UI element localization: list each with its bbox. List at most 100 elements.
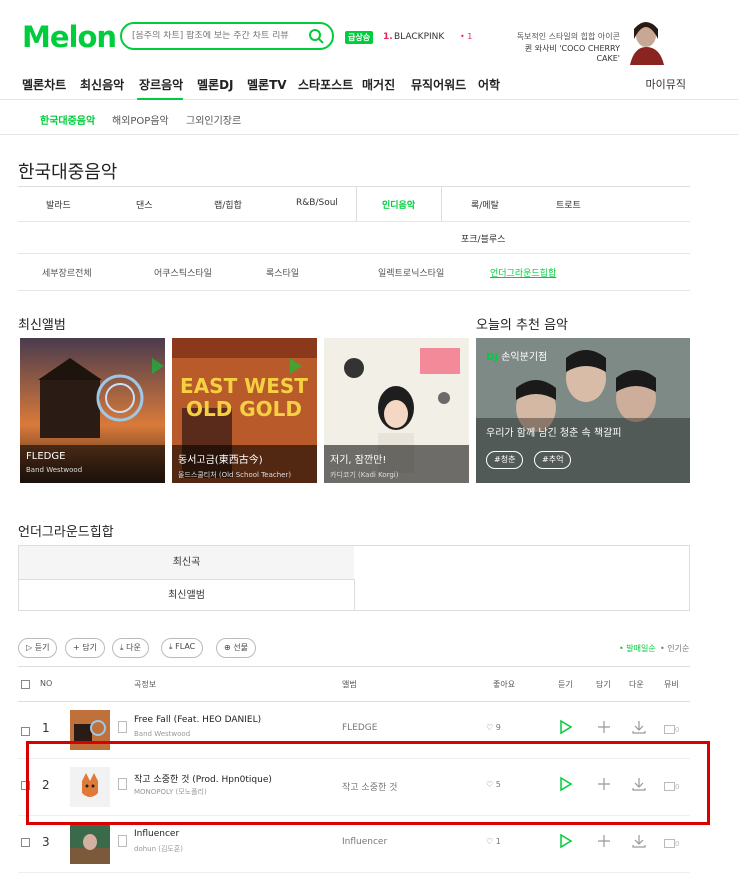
- genre-dance[interactable]: 댄스: [136, 198, 153, 211]
- genre-trot[interactable]: 트로트: [556, 198, 581, 211]
- song-thumbnail[interactable]: [70, 710, 110, 750]
- flac-button[interactable]: ⤓ FLAC: [161, 638, 204, 658]
- song-title[interactable]: Influencer: [134, 829, 179, 839]
- song-title[interactable]: 작고 소중한 것 (Prod. Hpn0tique): [134, 772, 272, 785]
- gift-button[interactable]: ⊕ 선물: [216, 638, 256, 658]
- song-info-icon[interactable]: [118, 778, 127, 790]
- subnav-korean-pop[interactable]: 한국대중음악: [40, 112, 95, 127]
- genre-divider: [18, 290, 690, 291]
- song-artist[interactable]: Band Westwood: [134, 730, 190, 738]
- nav-genre-music[interactable]: 장르음악: [139, 76, 183, 93]
- add-icon[interactable]: [597, 833, 611, 849]
- album-card[interactable]: 저기, 잠깐만! 카디코기 (Kadi Korgi): [324, 338, 469, 483]
- song-album[interactable]: 작고 소중한 것: [342, 780, 397, 793]
- search-input[interactable]: [132, 31, 304, 41]
- song-thumbnail[interactable]: [70, 767, 110, 807]
- ad-banner-line2[interactable]: 퀸 와사비 'COCO CHERRY CAKE': [500, 43, 620, 63]
- genre-ballad[interactable]: 발라드: [46, 198, 71, 211]
- plus-icon: +: [73, 643, 80, 652]
- recommend-description: 우리가 함께 남긴 청춘 속 책갈피: [486, 428, 622, 439]
- song-thumbnail[interactable]: [70, 824, 110, 864]
- listen-button[interactable]: ▷ 듣기: [18, 638, 58, 658]
- genre-rnb-soul[interactable]: R&B/Soul: [296, 198, 338, 208]
- nav-magazine[interactable]: 매거진: [362, 76, 395, 93]
- play-icon[interactable]: [559, 719, 573, 735]
- ad-banner-line1[interactable]: 독보적인 스타일의 힙합 아이콘: [500, 31, 620, 42]
- subgenre-rock-style[interactable]: 록스타일: [266, 266, 299, 279]
- song-artist[interactable]: dohun (김도훈): [134, 844, 183, 854]
- nav-active-indicator: [137, 98, 183, 100]
- table-row: 2 작고 소중한 것 (Prod. Hpn0tique) MONOPOLY (모…: [18, 759, 690, 816]
- genre-indie[interactable]: 인디음악: [382, 198, 415, 211]
- nav-music-awards[interactable]: 뮤직어워드: [411, 76, 466, 93]
- subgenre-electronic[interactable]: 일렉트로닉스타일: [378, 266, 444, 279]
- play-icon[interactable]: [559, 776, 573, 792]
- rising-artist-link[interactable]: BLACKPINK: [394, 32, 444, 42]
- mv-button[interactable]: 0: [664, 722, 679, 735]
- tab-latest-albums[interactable]: 최신앨범: [18, 579, 354, 611]
- song-album[interactable]: Influencer: [342, 837, 387, 847]
- nav-my-music[interactable]: 마이뮤직: [646, 76, 686, 92]
- dj-label: DJ: [486, 352, 499, 363]
- th-song: 곡정보: [134, 680, 157, 689]
- download-icon[interactable]: [631, 776, 647, 792]
- nav-language[interactable]: 어학: [478, 76, 500, 93]
- add-button[interactable]: + 담기: [65, 638, 105, 658]
- nav-melon-dj[interactable]: 멜론DJ: [197, 76, 234, 93]
- row-checkbox[interactable]: [21, 727, 30, 736]
- row-checkbox[interactable]: [21, 838, 30, 847]
- tag-youth[interactable]: #청춘: [486, 451, 524, 469]
- table-row: 1 Free Fall (Feat. HEO DANIEL) Band West…: [18, 702, 690, 759]
- add-icon[interactable]: [597, 719, 611, 735]
- mv-button[interactable]: 0: [664, 836, 679, 849]
- nav-melon-tv[interactable]: 멜론TV: [247, 76, 287, 93]
- genre-selector: 발라드 댄스 랩/힙합 R&B/Soul 인디음악 록/메탈 트로트 포크/블루…: [18, 186, 690, 291]
- album-card[interactable]: EAST WEST OLD GOLD 동서고금(東西古今) 올드스쿨티처 (Ol…: [172, 338, 317, 483]
- download-label: 다운: [126, 643, 141, 652]
- subgenre-acoustic[interactable]: 어쿠스틱스타일: [154, 266, 212, 279]
- download-button[interactable]: ⤓ 다운: [112, 638, 149, 658]
- play-icon[interactable]: [559, 833, 573, 849]
- search-bar[interactable]: [120, 22, 334, 50]
- mv-button[interactable]: 0: [664, 779, 679, 792]
- genre-rock-metal[interactable]: 록/메탈: [471, 198, 499, 211]
- like-button[interactable]: ♡ 5: [486, 780, 501, 789]
- ad-artist-image[interactable]: [622, 17, 672, 65]
- like-button[interactable]: ♡ 9: [486, 723, 501, 732]
- th-no: NO: [40, 679, 53, 688]
- song-title[interactable]: Free Fall (Feat. HEO DANIEL): [134, 715, 261, 725]
- subgenre-all[interactable]: 세부장르전체: [42, 266, 92, 279]
- genre-folk-blues[interactable]: 포크/블루스: [461, 232, 505, 245]
- nav-starpost[interactable]: 스타포스트: [298, 76, 353, 93]
- latest-albums-title: 최신앨범: [18, 318, 66, 333]
- tab-latest-songs[interactable]: 최신곡: [18, 546, 354, 579]
- subnav-other-genres[interactable]: 그외인기장르: [186, 112, 241, 127]
- song-info-icon[interactable]: [118, 721, 127, 733]
- select-all-checkbox[interactable]: [21, 680, 30, 689]
- album-card[interactable]: FLEDGE Band Westwood: [20, 338, 165, 483]
- recommend-dj: DJ 손익분기점: [486, 348, 547, 363]
- song-artist[interactable]: MONOPOLY (모노폴리): [134, 787, 207, 797]
- row-checkbox[interactable]: [21, 781, 30, 790]
- song-info-icon[interactable]: [118, 835, 127, 847]
- tag-memory[interactable]: #추억: [534, 451, 572, 469]
- download-icon[interactable]: [631, 833, 647, 849]
- row-rank: 2: [42, 778, 50, 792]
- search-icon[interactable]: [308, 28, 324, 44]
- add-icon[interactable]: [597, 776, 611, 792]
- subnav-foreign-pop[interactable]: 해외POP음악: [112, 112, 169, 127]
- song-album[interactable]: FLEDGE: [342, 723, 377, 733]
- sort-newest[interactable]: • 발매일순: [619, 643, 656, 654]
- melon-logo[interactable]: Melon: [22, 20, 117, 54]
- recommend-card[interactable]: DJ 손익분기점 우리가 함께 남긴 청춘 속 책갈피 #청춘 #추억: [476, 338, 690, 483]
- nav-latest-music[interactable]: 최신음악: [80, 76, 124, 93]
- mv-count: 0: [675, 726, 680, 734]
- listen-label: 듣기: [34, 643, 50, 652]
- like-button[interactable]: ♡ 1: [486, 837, 501, 846]
- svg-text:OLD GOLD: OLD GOLD: [186, 397, 302, 421]
- nav-melon-chart[interactable]: 멜론차트: [22, 76, 66, 93]
- sort-popular[interactable]: • 인기순: [660, 643, 689, 654]
- genre-rap-hiphop[interactable]: 랩/힙합: [214, 198, 242, 211]
- download-icon[interactable]: [631, 719, 647, 735]
- subgenre-underground-hiphop[interactable]: 언더그라운드힙합: [490, 266, 556, 279]
